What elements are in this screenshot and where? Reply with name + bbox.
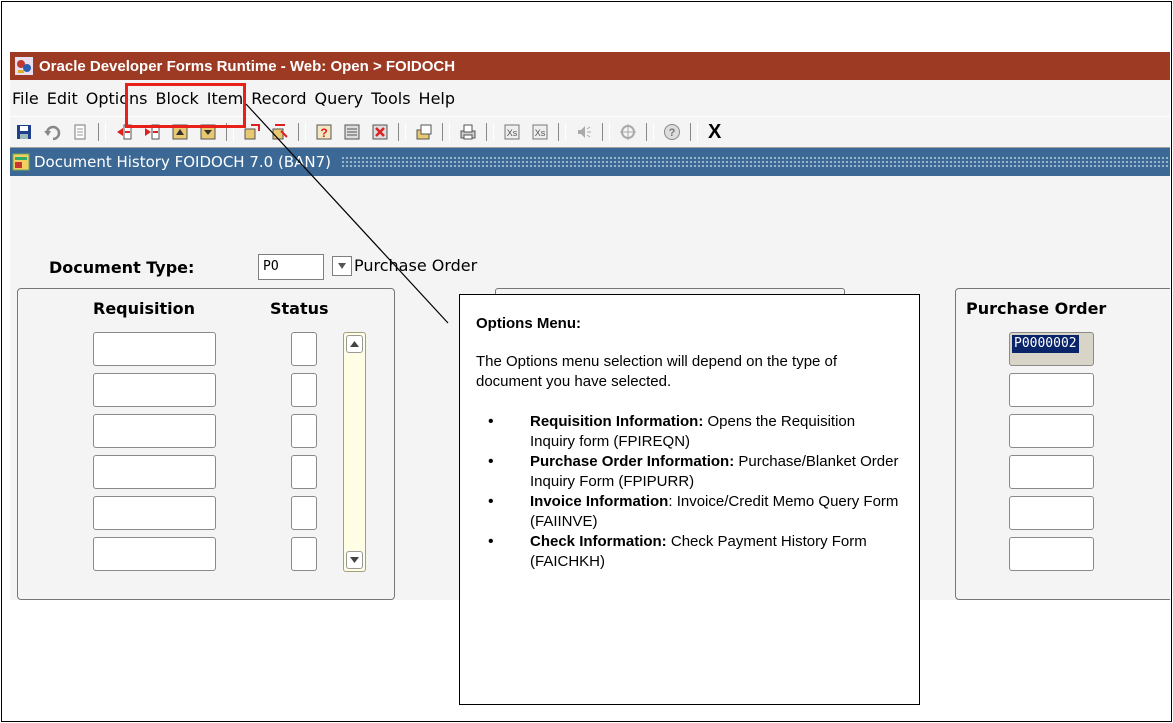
callout-list-item: Check Information: Check Payment History…: [488, 532, 900, 572]
callout-title: Options Menu:: [476, 315, 581, 332]
callout-list-item: Requisition Information: Opens the Requi…: [488, 412, 900, 452]
callout-item-label: Requisition Information:: [530, 413, 704, 430]
callout-intro: The Options menu selection will depend o…: [476, 353, 838, 390]
callout-item-label: Purchase Order Information:: [530, 453, 735, 470]
callout-list-item: Invoice Information: Invoice/Credit Memo…: [488, 492, 900, 532]
callout-item-label: Invoice Information: [530, 493, 669, 510]
callout-list: Requisition Information: Opens the Requi…: [476, 412, 903, 572]
callout-item-label: Check Information:: [530, 533, 667, 550]
callout-list-item: Purchase Order Information: Purchase/Bla…: [488, 452, 900, 492]
options-menu-callout: Options Menu: The Options menu selection…: [459, 294, 920, 705]
